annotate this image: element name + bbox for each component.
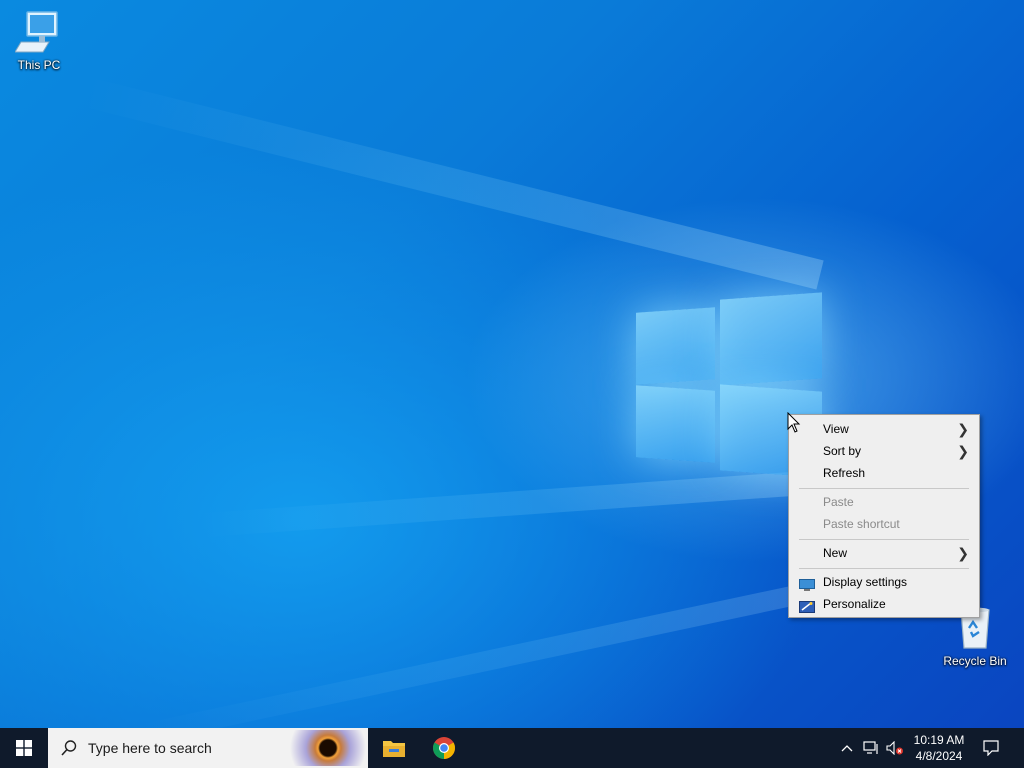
menu-item-label: New <box>823 546 848 560</box>
menu-item-refresh[interactable]: Refresh <box>791 462 977 484</box>
this-pc-desktop-icon[interactable]: This PC <box>1 8 77 72</box>
menu-item-label: Paste shortcut <box>823 517 900 531</box>
chevron-right-icon: ❯ <box>957 545 969 561</box>
chevron-right-icon: ❯ <box>957 443 969 459</box>
search-placeholder: Type here to search <box>88 740 212 756</box>
this-pc-icon <box>14 8 63 56</box>
file-explorer-icon <box>383 741 405 757</box>
chevron-up-icon <box>841 745 853 752</box>
menu-separator <box>799 488 969 489</box>
network-icon <box>863 741 878 754</box>
menu-item-paste-shortcut[interactable]: Paste shortcut <box>791 513 977 535</box>
this-pc-label: This PC <box>17 58 61 72</box>
menu-separator <box>799 568 969 569</box>
menu-item-paste[interactable]: Paste <box>791 491 977 513</box>
menu-item-new[interactable]: New ❯ <box>791 542 977 564</box>
menu-item-sort-by[interactable]: Sort by ❯ <box>791 440 977 462</box>
recycle-bin-label: Recycle Bin <box>943 654 1007 668</box>
chrome-icon <box>433 737 455 759</box>
file-explorer-taskbar-button[interactable] <box>370 728 418 768</box>
menu-item-personalize[interactable]: Personalize <box>791 593 977 615</box>
network-button[interactable] <box>860 728 882 768</box>
mouse-pointer-icon <box>787 411 801 434</box>
taskbar-search-box[interactable]: Type here to search <box>48 728 368 768</box>
display-settings-icon <box>799 576 815 591</box>
menu-item-label: Refresh <box>823 466 866 480</box>
personalize-icon <box>799 598 815 613</box>
search-highlight-image <box>290 730 366 766</box>
light-beam <box>133 580 823 728</box>
desktop[interactable]: This PC Recycle Bin View ❯ Sort by ❯ Ref… <box>0 0 1024 728</box>
chevron-right-icon: ❯ <box>957 421 969 437</box>
desktop-context-menu: View ❯ Sort by ❯ Refresh Paste Paste sho… <box>788 414 980 618</box>
windows-start-icon <box>16 740 32 756</box>
taskbar: Type here to search 10:19 AM 4/8/2024 <box>0 728 1024 768</box>
menu-separator <box>799 539 969 540</box>
menu-item-label: Paste <box>823 495 854 509</box>
notification-icon <box>983 740 999 756</box>
volume-button[interactable] <box>884 728 906 768</box>
clock-date: 4/8/2024 <box>915 749 963 763</box>
show-hidden-icons-button[interactable] <box>838 728 856 768</box>
light-beam <box>200 470 821 538</box>
light-beam <box>78 76 824 290</box>
chrome-taskbar-button[interactable] <box>420 728 468 768</box>
menu-item-label: View <box>823 422 849 436</box>
search-icon <box>61 740 77 756</box>
menu-item-display-settings[interactable]: Display settings <box>791 571 977 593</box>
volume-muted-icon <box>886 741 903 755</box>
taskbar-clock[interactable]: 10:19 AM 4/8/2024 <box>906 732 972 764</box>
start-button[interactable] <box>0 728 48 768</box>
menu-item-label: Display settings <box>823 575 908 589</box>
menu-item-label: Sort by <box>823 444 862 458</box>
action-center-button[interactable] <box>980 728 1002 768</box>
menu-item-label: Personalize <box>823 597 886 611</box>
clock-time: 10:19 AM <box>913 733 965 747</box>
menu-item-view[interactable]: View ❯ <box>791 418 977 440</box>
